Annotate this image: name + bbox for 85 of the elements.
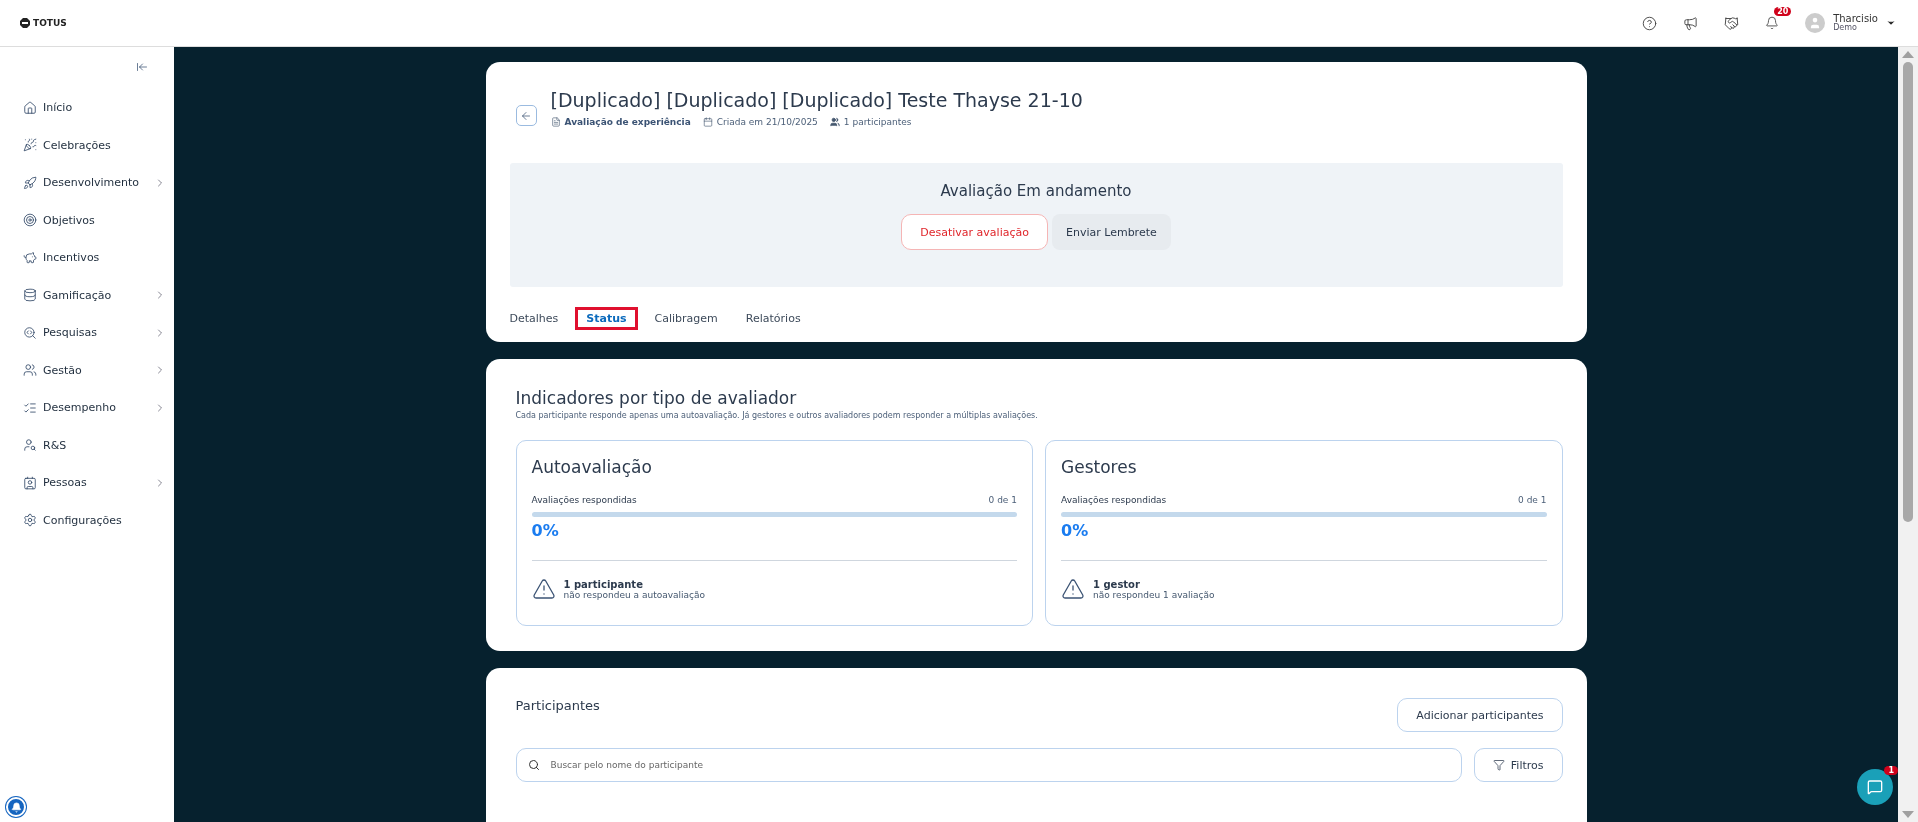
piggy-bank-icon <box>23 250 37 265</box>
arrow-left-icon <box>520 109 532 122</box>
notifications-button[interactable] <box>1765 16 1780 30</box>
search-field[interactable]: Buscar pelo nome do participante <box>515 748 1462 782</box>
help-button[interactable] <box>1642 15 1658 31</box>
avatar-icon <box>1805 13 1826 33</box>
sidebar-item[interactable]: Início <box>0 89 166 127</box>
sidebar-item[interactable]: Configurações <box>0 501 166 539</box>
sidebar-item[interactable]: Gamificação <box>0 276 166 314</box>
progress-percent: 0% <box>531 521 560 540</box>
warning-icon <box>531 577 556 601</box>
indicator-title: Autoavaliação <box>531 457 653 477</box>
bell-icon <box>1765 16 1780 30</box>
evaluation-type: Avaliação de experiência <box>564 117 691 127</box>
collapse-sidebar-button[interactable] <box>136 61 148 73</box>
people-icon <box>829 117 840 127</box>
sidebar-item[interactable]: R&S <box>0 426 166 464</box>
deactivate-button[interactable]: Desativar avaliação <box>901 214 1048 250</box>
tab[interactable]: Calibragem <box>643 307 729 330</box>
document-icon <box>550 117 561 127</box>
status-text: Avaliação Em andamento <box>940 182 1132 200</box>
chat-icon <box>1867 779 1883 795</box>
tab[interactable]: Status <box>575 307 638 330</box>
pending-description: não respondeu 1 avaliação <box>1093 589 1215 600</box>
warning-icon <box>1061 577 1085 601</box>
progress-count: 0 de 1 <box>988 495 1017 505</box>
sidebar-item[interactable]: Desenvolvimento <box>0 164 166 202</box>
search-icon <box>527 759 540 771</box>
reminder-button[interactable]: Enviar Lembrete <box>1051 214 1171 250</box>
section-description: Cada participante responde apenas uma autoavaliação. Já gestores e outros avaliadores podem responder a múltiplas avaliações. <box>515 411 1039 420</box>
person-search-icon <box>23 438 37 453</box>
coin-stack-icon <box>23 288 37 303</box>
pending-count: 1 gestor <box>1093 578 1141 590</box>
progress-percent: 0% <box>1061 521 1090 540</box>
handshake-icon <box>1724 15 1740 31</box>
scrollbar-thumb[interactable] <box>1903 62 1913 522</box>
participants-count: 1 participantes <box>843 117 912 127</box>
user-menu[interactable]: Tharcisio Demo <box>1805 13 1896 33</box>
sidebar-item[interactable]: Pessoas <box>0 464 166 502</box>
checklist-icon <box>23 400 37 415</box>
tab[interactable]: Relatórios <box>734 307 812 330</box>
add-participants-button[interactable]: Adicionar participantes <box>1397 698 1563 732</box>
section-title: Indicadores por tipo de avaliador <box>515 388 798 408</box>
people-icon <box>23 363 37 378</box>
rocket-icon <box>23 175 37 190</box>
progress-label: Avaliações respondidas <box>1061 495 1167 505</box>
user-name: Tharcisio <box>1833 13 1878 24</box>
sidebar-item[interactable]: Objetivos <box>0 201 166 239</box>
caret-icon <box>1886 18 1896 28</box>
sidebar-item[interactable]: Gestão <box>0 351 166 389</box>
megaphone-button[interactable] <box>1683 15 1699 31</box>
megaphone-icon <box>1683 15 1699 31</box>
magnifier-chart-icon <box>23 325 37 340</box>
sidebar-item[interactable]: Desempenho <box>0 389 166 427</box>
calendar-icon <box>702 117 713 127</box>
tab[interactable]: Detalhes <box>509 307 570 330</box>
user-role: Demo <box>1833 24 1857 33</box>
pending-count: 1 participante <box>563 578 644 590</box>
created-date: Criada em 21/10/2025 <box>716 117 818 127</box>
home-icon <box>23 100 37 115</box>
pending-description: não respondeu a autoavaliação <box>563 589 706 600</box>
handshake-button[interactable] <box>1724 15 1740 31</box>
brand-logo-icon <box>20 18 30 28</box>
bell-icon <box>10 801 22 813</box>
id-badge-icon <box>23 475 37 490</box>
sidebar-item[interactable]: Celebrações <box>0 126 166 164</box>
settings-icon <box>23 513 37 528</box>
filter-icon <box>1492 759 1505 771</box>
progress-label: Avaliações respondidas <box>531 495 637 505</box>
sidebar-item[interactable]: Pesquisas <box>0 314 166 352</box>
chat-badge: 1 <box>1884 766 1898 775</box>
evaluation-title: [Duplicado] [Duplicado] [Duplicado] Teste Thayse 21-10 <box>550 89 1083 111</box>
target-icon <box>23 213 37 228</box>
filters-button[interactable]: Filtros <box>1473 748 1563 782</box>
brand-name: TOTUS <box>33 18 67 28</box>
notification-count-badge: 20 <box>1774 7 1792 16</box>
progress-count: 0 de 1 <box>1518 495 1547 505</box>
scroll-down-icon[interactable] <box>1902 811 1914 818</box>
collapse-arrow-icon <box>136 61 148 73</box>
sidebar-item[interactable]: Incentivos <box>0 239 166 277</box>
notification-bell-button[interactable] <box>6 797 26 817</box>
section-title: Participantes <box>515 698 600 713</box>
party-popper-icon <box>23 138 37 153</box>
indicator-title: Gestores <box>1061 457 1138 477</box>
help-icon <box>1642 15 1658 31</box>
